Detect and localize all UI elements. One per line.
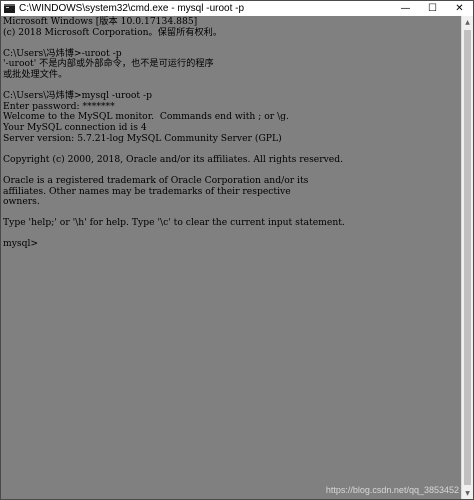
- console-line: Type 'help;' or '\h' for help. Type '\c'…: [3, 217, 345, 229]
- scroll-up-arrow-icon[interactable]: ▲: [462, 16, 473, 28]
- console-line: Copyright (c) 2000, 2018, Oracle and/or …: [3, 153, 344, 165]
- console-line: Your MySQL connection id is 4: [3, 121, 147, 133]
- scroll-down-arrow-icon[interactable]: ▼: [462, 487, 473, 499]
- console-output[interactable]: Microsoft Windows [版本 10.0.17134.885] (c…: [1, 16, 461, 499]
- console-line: (c) 2018 Microsoft Corporation。保留所有权利。: [3, 26, 223, 38]
- scroll-thumb[interactable]: [464, 30, 471, 485]
- console-line: owners.: [3, 196, 40, 208]
- cmd-window: C:\WINDOWS\system32\cmd.exe - mysql -uro…: [0, 0, 474, 500]
- minimize-button[interactable]: —: [392, 1, 419, 16]
- watermark: https://blog.csdn.net/qq_3853452: [325, 485, 459, 495]
- vertical-scrollbar[interactable]: ▲ ▼: [461, 16, 473, 499]
- close-button[interactable]: ✕: [446, 1, 473, 16]
- mysql-prompt[interactable]: mysql>: [3, 239, 461, 250]
- console-app-icon[interactable]: [4, 4, 15, 13]
- console-line: 或批处理文件。: [3, 68, 68, 80]
- title-bar[interactable]: C:\WINDOWS\system32\cmd.exe - mysql -uro…: [1, 1, 473, 16]
- window-title: C:\WINDOWS\system32\cmd.exe - mysql -uro…: [19, 3, 245, 14]
- console-line: '-uroot' 不是内部或外部命令，也不是可运行的程序: [3, 58, 214, 70]
- maximize-button[interactable]: ☐: [419, 1, 446, 16]
- console-line: Server version: 5.7.21-log MySQL Communi…: [3, 132, 282, 144]
- console-line: Oracle is a registered trademark of Orac…: [3, 174, 309, 186]
- console-line: affiliates. Other names may be trademark…: [3, 185, 291, 197]
- console-line: Microsoft Windows [版本 10.0.17134.885]: [3, 16, 198, 27]
